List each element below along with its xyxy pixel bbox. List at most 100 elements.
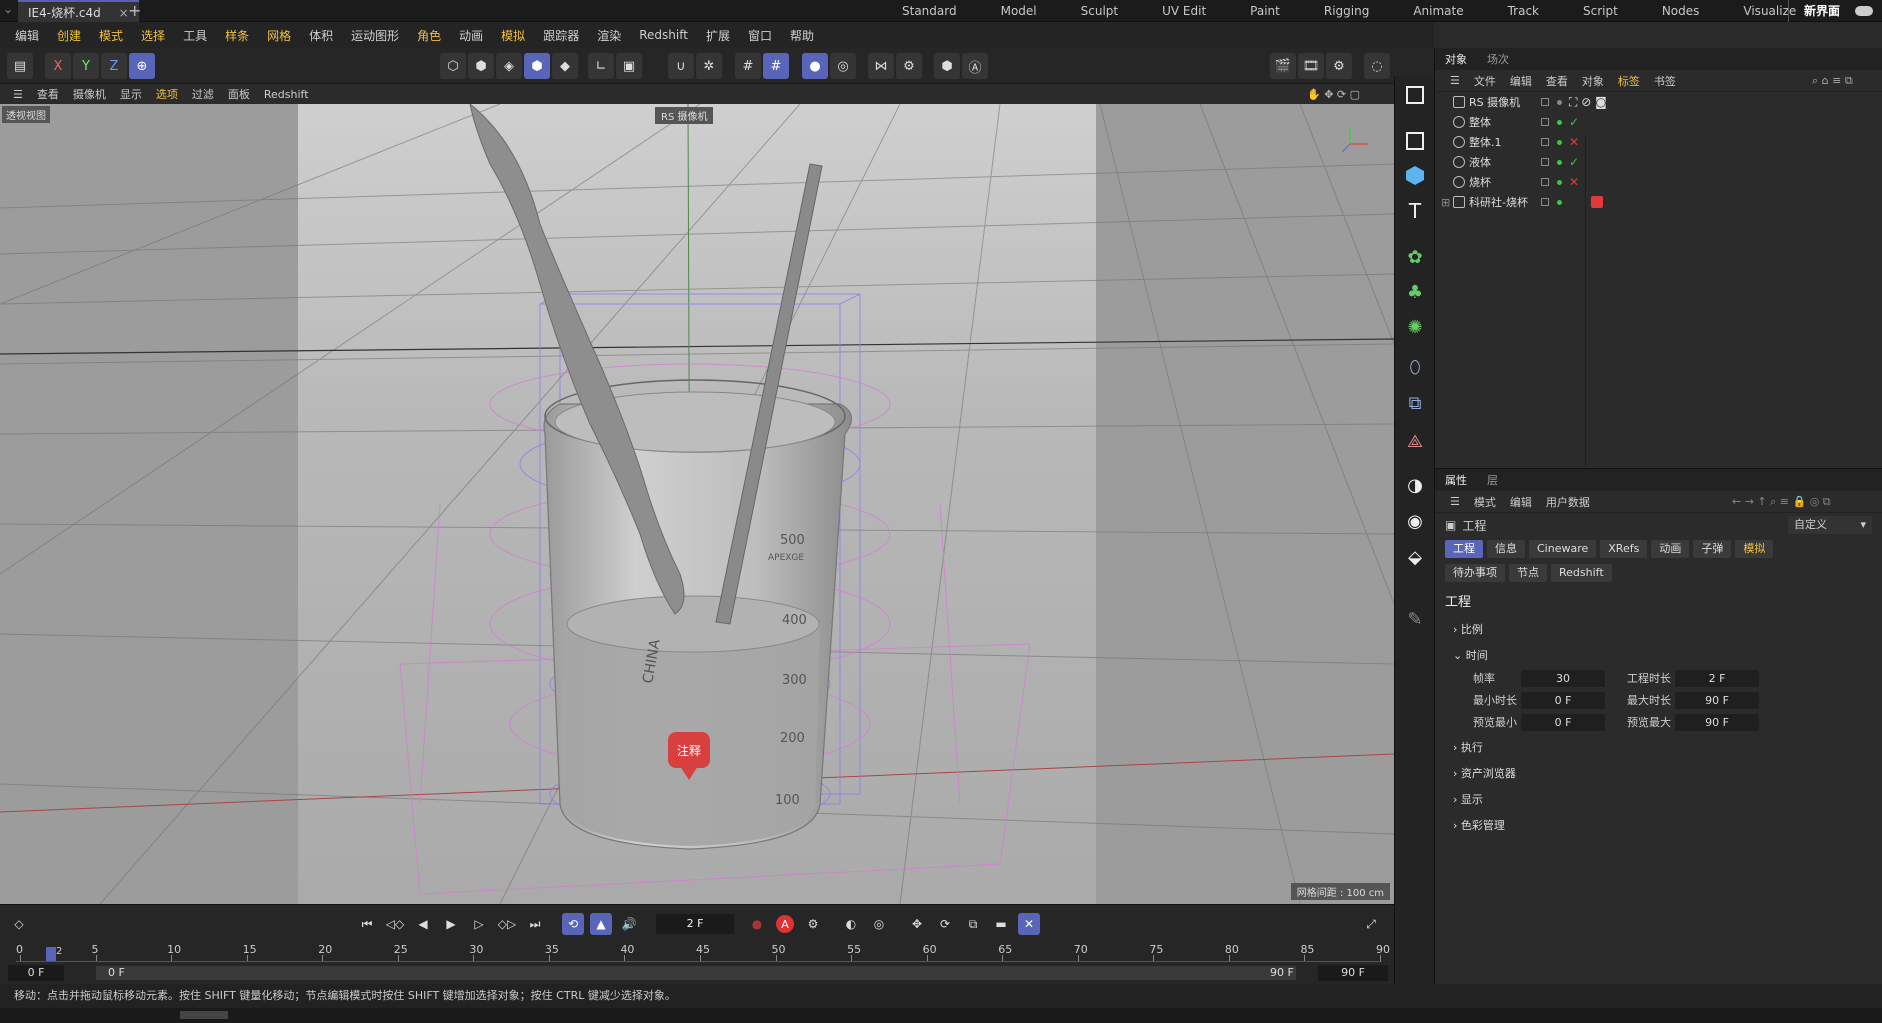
visibility-toggle[interactable]: [1541, 198, 1549, 206]
layout-paint[interactable]: Paint: [1228, 0, 1302, 22]
render-picture-viewer-icon[interactable]: 🎞: [1298, 53, 1324, 79]
object-menu-view[interactable]: 查看: [1539, 73, 1575, 89]
symmetry-icon[interactable]: ⋈: [868, 53, 894, 79]
object-row-whole-1[interactable]: 整体.1 ✕: [1435, 132, 1882, 152]
next-key-icon[interactable]: ◇▷: [496, 913, 518, 935]
chip-simulation[interactable]: 模拟: [1735, 540, 1774, 558]
axis-mode-icon[interactable]: ∟: [588, 53, 614, 79]
chip-cineware[interactable]: Cineware: [1529, 540, 1597, 558]
app-menu-icon[interactable]: ⌄: [3, 2, 13, 16]
menu-simulate[interactable]: 模拟: [492, 27, 534, 44]
attribute-menu-mode[interactable]: 模式: [1467, 494, 1503, 510]
menu-render[interactable]: 渲染: [588, 27, 630, 44]
layout-nodes[interactable]: Nodes: [1640, 0, 1722, 22]
key-rotation-icon[interactable]: ◎: [868, 913, 890, 935]
viewport-menu-options[interactable]: 选项: [149, 86, 185, 102]
disabled-x-icon[interactable]: ✕: [1569, 135, 1579, 149]
layout-model[interactable]: Model: [979, 0, 1059, 22]
keyframe-icon[interactable]: ◇: [8, 913, 30, 935]
object-row-camera[interactable]: RS 摄像机 ⛶ ⊘ ◙: [1435, 92, 1882, 112]
scene-icon[interactable]: ⧉: [1402, 390, 1428, 416]
object-menu-object[interactable]: 对象: [1575, 73, 1611, 89]
attribute-nav-icons[interactable]: ← → ↑ ⌕ ≡ 🔒 ◎ ⧉: [1725, 495, 1838, 509]
render-settings-icon[interactable]: ⚙: [1326, 53, 1352, 79]
keyframe-selection-icon[interactable]: ⚙: [802, 913, 824, 935]
chip-todo[interactable]: 待办事项: [1445, 564, 1505, 582]
fps-field[interactable]: 30: [1521, 670, 1605, 687]
autokey-icon[interactable]: A: [774, 913, 796, 935]
enabled-check-icon[interactable]: ✓: [1569, 115, 1579, 129]
interactive-render-icon[interactable]: ◌: [1364, 53, 1390, 79]
menu-volume[interactable]: 体积: [300, 27, 342, 44]
duration-field[interactable]: 2 F: [1675, 670, 1759, 687]
preview-max-field[interactable]: 90 F: [1675, 714, 1759, 731]
layout-uv-edit[interactable]: UV Edit: [1140, 0, 1228, 22]
group-time[interactable]: ⌄ 时间: [1435, 642, 1882, 668]
add-tab-button[interactable]: +: [128, 0, 141, 22]
3d-viewport[interactable]: 500 400 300 200 100 APEXGE CHINA 透视视图 RS…: [0, 104, 1394, 904]
key-scale-icon[interactable]: ⧉: [962, 913, 984, 935]
layout-rigging[interactable]: Rigging: [1302, 0, 1391, 22]
preset-dropdown[interactable]: 自定义 ▾: [1788, 516, 1872, 534]
render-dot[interactable]: [1557, 119, 1562, 125]
camera-icon[interactable]: ◉: [1402, 508, 1428, 534]
next-frame-icon[interactable]: ▷: [468, 913, 490, 935]
key-position-icon[interactable]: ◐: [840, 913, 862, 935]
symmetry-settings-icon[interactable]: ⚙: [896, 53, 922, 79]
go-to-start-icon[interactable]: ⏮: [356, 913, 378, 935]
viewport-menu-panel[interactable]: 面板: [221, 86, 257, 102]
square-tool-icon[interactable]: [1402, 128, 1428, 154]
current-frame-field[interactable]: 2 F: [656, 914, 734, 934]
record-icon[interactable]: ●: [746, 913, 768, 935]
menu-mograph[interactable]: 运动图形: [342, 27, 408, 44]
render-view-icon[interactable]: 🎬: [1270, 53, 1296, 79]
lock-y-button[interactable]: Y: [73, 53, 99, 79]
cube-icon[interactable]: [1402, 162, 1428, 188]
tag-icon[interactable]: ⬙: [1402, 544, 1428, 570]
group-color-management[interactable]: › 色彩管理: [1435, 812, 1882, 838]
viewport-menu-cameras[interactable]: 摄像机: [66, 86, 113, 102]
menu-character[interactable]: 角色: [408, 27, 450, 44]
play-icon[interactable]: ▶: [440, 913, 462, 935]
viewport-menu-view[interactable]: 查看: [30, 86, 66, 102]
viewport-hamburger-icon[interactable]: ☰: [6, 88, 30, 101]
timeline-ruler[interactable]: 2 0 5 10 15 20 25 30 35 40 45 50 55 60 65 70 75 80 85 90: [0, 937, 1394, 965]
polygons-mode-icon[interactable]: ⬢: [524, 53, 550, 79]
snap-icon[interactable]: ∪: [668, 53, 694, 79]
object-menu-bookmarks[interactable]: 书签: [1647, 73, 1683, 89]
loop-icon[interactable]: ⟲: [562, 913, 584, 935]
solo-icon[interactable]: ▣: [616, 53, 642, 79]
render-dot[interactable]: [1557, 139, 1562, 145]
layout-script[interactable]: Script: [1561, 0, 1640, 22]
render-dot[interactable]: [1557, 159, 1562, 165]
menu-create[interactable]: 创建: [48, 27, 90, 44]
playhead[interactable]: [46, 947, 56, 961]
group-execution[interactable]: › 执行: [1435, 734, 1882, 760]
effector-icon[interactable]: ✺: [1402, 314, 1428, 340]
grid-icon[interactable]: #: [735, 53, 761, 79]
layout-sculpt[interactable]: Sculpt: [1059, 0, 1140, 22]
chip-xrefs[interactable]: XRefs: [1600, 540, 1648, 558]
menu-extensions[interactable]: 扩展: [697, 27, 739, 44]
min-time-field[interactable]: 0 F: [1521, 692, 1605, 709]
redshift-icon[interactable]: Ⓐ: [962, 53, 988, 79]
preview-min-field[interactable]: 0 F: [1521, 714, 1605, 731]
menu-window[interactable]: 窗口: [739, 27, 781, 44]
menu-mesh[interactable]: 网格: [258, 27, 300, 44]
material-tag-icon[interactable]: [1591, 196, 1603, 208]
toggle-icon[interactable]: [1855, 6, 1873, 16]
tab-layers[interactable]: 层: [1477, 472, 1508, 488]
menu-redshift[interactable]: Redshift: [630, 28, 697, 42]
chip-nodes[interactable]: 节点: [1509, 564, 1547, 582]
viewport-menu-display[interactable]: 显示: [113, 86, 149, 102]
deformer-icon[interactable]: ⬯: [1402, 354, 1428, 380]
expand-icon[interactable]: ⊞: [1441, 196, 1450, 209]
chip-redshift[interactable]: Redshift: [1551, 564, 1612, 582]
range-end-field[interactable]: 90 F: [1318, 965, 1388, 981]
render-dot[interactable]: [1557, 179, 1562, 185]
model-mode-icon[interactable]: ⬡: [440, 53, 466, 79]
prev-key-icon[interactable]: ◁◇: [384, 913, 406, 935]
mograph-icon[interactable]: ✿: [1402, 244, 1428, 270]
max-time-field[interactable]: 90 F: [1675, 692, 1759, 709]
sound-icon[interactable]: 🔊: [618, 913, 640, 935]
